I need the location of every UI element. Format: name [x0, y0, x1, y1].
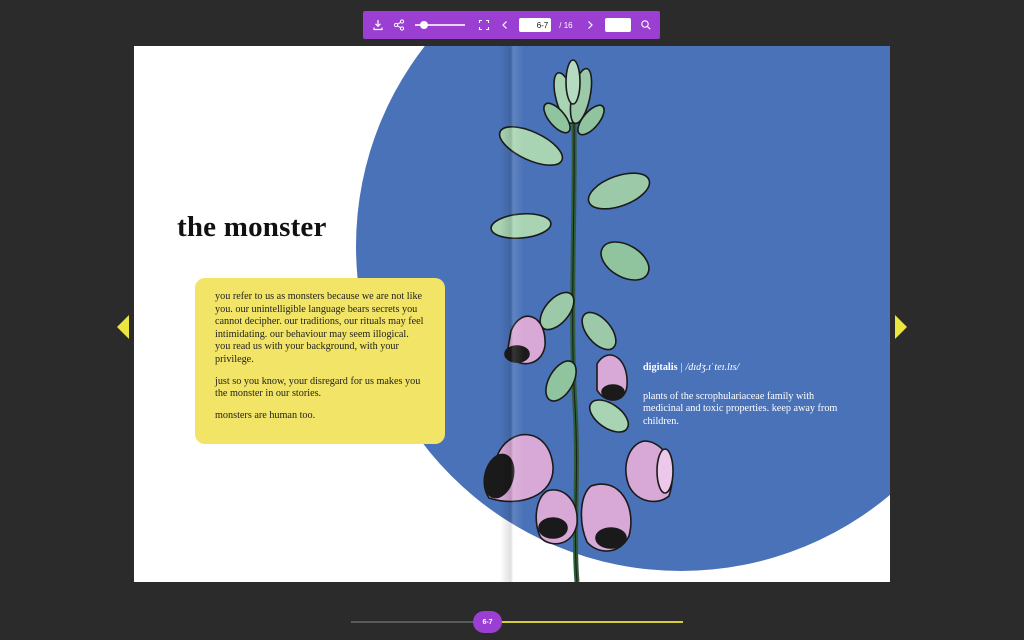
paragraph: just so you know, your disregard for us … — [215, 375, 421, 400]
fullscreen-icon[interactable] — [477, 18, 490, 32]
page-gutter — [500, 46, 524, 582]
chevron-right-icon[interactable] — [584, 18, 597, 32]
page-number-input[interactable] — [519, 18, 552, 32]
viewer-toolbar: / 16 — [363, 11, 660, 39]
book-spread: the monster you refer to us as monsters … — [134, 46, 890, 582]
share-icon[interactable] — [392, 18, 405, 32]
search-input[interactable] — [605, 18, 631, 32]
text-box: you refer to us as monsters because we a… — [195, 278, 445, 444]
scrubber-handle[interactable]: 6-7 — [473, 611, 502, 633]
next-page-arrow[interactable] — [895, 315, 907, 339]
page-title: the monster — [177, 211, 327, 243]
paragraph: you refer to us as monsters because we a… — [215, 291, 424, 365]
definition-text: plants of the scrophulariaceae family wi… — [643, 390, 838, 427]
paragraph: monsters are human too. — [215, 409, 316, 421]
page-total: / 16 — [559, 20, 573, 30]
definition-term: digitalis — [643, 362, 678, 373]
scrubber-remaining — [487, 621, 683, 623]
zoom-slider-thumb[interactable] — [420, 21, 429, 29]
scrubber-progress — [351, 621, 487, 623]
definition-heading: digitalis | /dɪdʒ.ɪˈteɪ.lɪs/ — [643, 362, 843, 375]
page-scrubber[interactable] — [351, 621, 683, 623]
pronunciation: | /dɪdʒ.ɪˈteɪ.lɪs/ — [680, 362, 740, 373]
zoom-slider[interactable] — [415, 21, 466, 29]
previous-page-arrow[interactable] — [117, 315, 129, 339]
download-icon[interactable] — [371, 18, 384, 32]
chevron-left-icon[interactable] — [498, 18, 511, 32]
definition-block: digitalis | /dɪdʒ.ɪˈteɪ.lɪs/ plants of t… — [643, 362, 843, 428]
search-icon[interactable] — [639, 18, 652, 32]
